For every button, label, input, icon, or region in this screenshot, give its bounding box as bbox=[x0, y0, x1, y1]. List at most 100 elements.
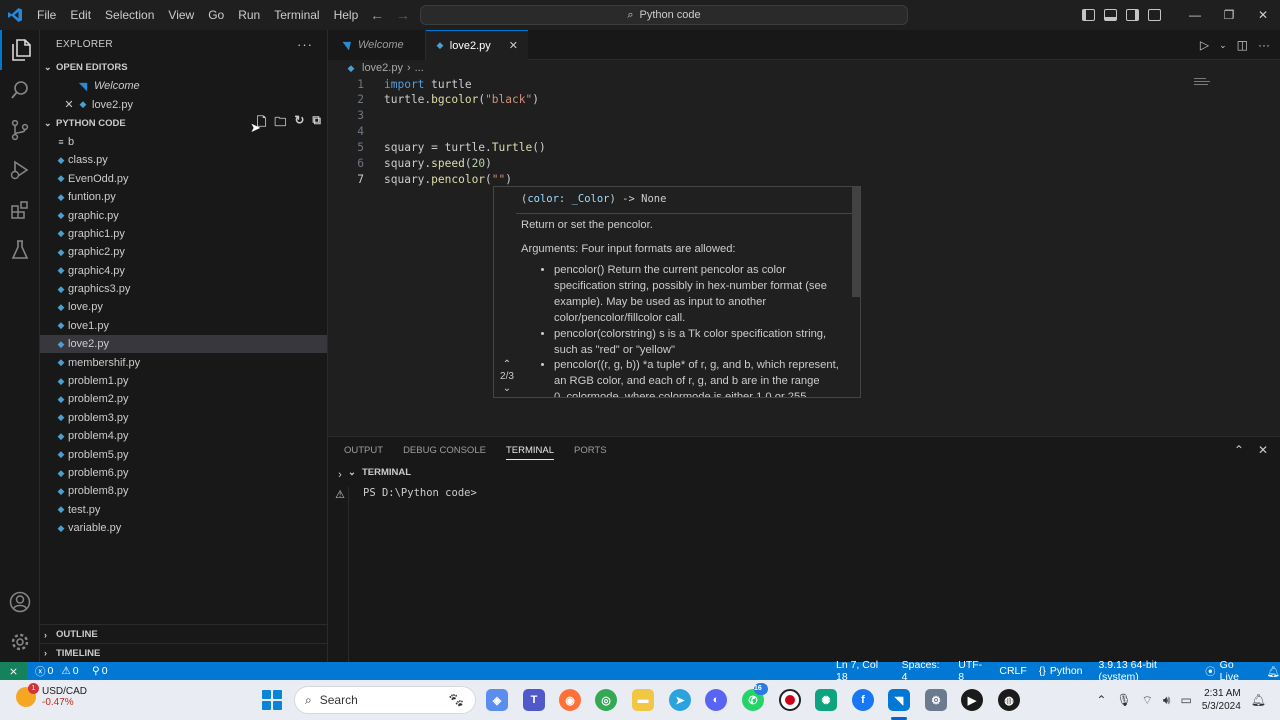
eol[interactable]: CRLF bbox=[999, 665, 1026, 677]
tab-love2[interactable]: ◆ love2.py ✕ bbox=[426, 30, 528, 60]
minimap[interactable] bbox=[1194, 76, 1210, 88]
file-tree-item[interactable]: ◆ problem3.py bbox=[40, 409, 327, 427]
file-tree-item[interactable]: ◆ graphic.py bbox=[40, 206, 327, 224]
account-icon[interactable] bbox=[0, 582, 40, 622]
file-tree-item[interactable]: ◆ membershif.py bbox=[40, 353, 327, 371]
file-tree-item[interactable]: ◆ problem4.py bbox=[40, 427, 327, 445]
search-icon[interactable] bbox=[0, 70, 40, 110]
chevron-up-icon[interactable]: ⌃ bbox=[1096, 693, 1106, 707]
file-tree-item[interactable]: ◆ funtion.py bbox=[40, 188, 327, 206]
obs-icon[interactable]: ◍ bbox=[998, 689, 1020, 711]
outline-section[interactable]: › OUTLINE bbox=[40, 625, 328, 644]
copilot-icon[interactable]: ◈ bbox=[486, 689, 508, 711]
battery-icon[interactable]: ▭ bbox=[1180, 693, 1191, 707]
menu-item-terminal[interactable]: Terminal bbox=[267, 0, 326, 30]
file-tree-item[interactable]: ◆ class.py bbox=[40, 151, 327, 169]
file-explorer-icon[interactable]: ▬ bbox=[632, 689, 654, 711]
media-player-icon[interactable]: ▶ bbox=[961, 689, 983, 711]
clock[interactable]: 2:31 AM 5/3/2024 bbox=[1202, 687, 1241, 713]
maximize-panel-icon[interactable]: ⌃ bbox=[1234, 443, 1244, 457]
file-tree-item[interactable]: ◆ EvenOdd.py bbox=[40, 170, 327, 188]
file-tree-item[interactable]: ◆ problem8.py bbox=[40, 482, 327, 500]
wifi-icon[interactable]: ⌔ bbox=[1142, 693, 1153, 708]
settings-icon[interactable]: ⚙ bbox=[925, 689, 947, 711]
command-center[interactable]: ⌕ Python code bbox=[420, 5, 908, 25]
file-tree-item[interactable]: ◆ love.py bbox=[40, 298, 327, 316]
file-tree-item[interactable]: ◆ graphics3.py bbox=[40, 280, 327, 298]
code-line[interactable]: 1 import turtle bbox=[328, 76, 1228, 92]
testing-icon[interactable] bbox=[0, 230, 40, 270]
python-code-section[interactable]: ⌄ PYTHON CODE 🗋 🗀 ↻ ⧉ bbox=[40, 113, 327, 134]
record-icon[interactable] bbox=[779, 689, 801, 711]
windows-start-icon[interactable] bbox=[262, 690, 282, 710]
close-icon[interactable]: ✕ bbox=[62, 98, 76, 111]
tab-debug-console[interactable]: DEBUG CONSOLE bbox=[403, 445, 486, 456]
chevron-right-icon[interactable]: › bbox=[332, 465, 348, 485]
file-tree-item[interactable]: ◆ graphic4.py bbox=[40, 262, 327, 280]
close-panel-icon[interactable]: ✕ bbox=[1258, 443, 1268, 457]
bell-icon[interactable]: 🔔︎ bbox=[1267, 665, 1280, 678]
tab-terminal[interactable]: TERMINAL bbox=[505, 445, 554, 460]
new-folder-icon[interactable]: 🗀 bbox=[274, 113, 286, 134]
file-tree-item[interactable]: ◆ variable.py bbox=[40, 519, 327, 537]
file-tree-item[interactable]: ◆ problem6.py bbox=[40, 464, 327, 482]
toggle-secondary-sidebar-icon[interactable] bbox=[1126, 9, 1139, 21]
terminal-prompt[interactable]: PS D:\Python code> bbox=[363, 487, 477, 499]
menu-item-view[interactable]: View bbox=[161, 0, 201, 30]
firefox-icon[interactable]: ◉ bbox=[559, 689, 581, 711]
remote-indicator-icon[interactable]: ⨯ bbox=[0, 662, 27, 680]
timeline-section[interactable]: › TIMELINE bbox=[40, 643, 328, 662]
tab-welcome[interactable]: ◥ Welcome bbox=[328, 30, 426, 60]
facebook-icon[interactable]: f bbox=[852, 689, 874, 711]
warning-icon[interactable]: ⚠ bbox=[332, 485, 348, 505]
whatsapp-icon[interactable]: ✆ 16 bbox=[742, 683, 768, 711]
volume-icon[interactable]: 🔊︎ bbox=[1163, 693, 1171, 708]
taskbar-search[interactable]: ⌕ Search 🐾︎ bbox=[294, 686, 476, 714]
discord-icon[interactable]: ◐ bbox=[705, 689, 727, 711]
problems-indicator[interactable]: ⓧ 0 ⚠ 0 bbox=[35, 662, 79, 680]
vscode-taskbar-icon[interactable]: ◥ bbox=[888, 689, 910, 711]
file-tree-item[interactable]: ◆ test.py bbox=[40, 501, 327, 519]
file-tree-item[interactable]: ◆ problem2.py bbox=[40, 390, 327, 408]
explorer-icon[interactable] bbox=[0, 30, 40, 70]
minimize-icon[interactable]: — bbox=[1178, 8, 1212, 22]
menu-item-edit[interactable]: Edit bbox=[63, 0, 98, 30]
menu-item-run[interactable]: Run bbox=[231, 0, 267, 30]
file-tree-item[interactable]: ◆ problem5.py bbox=[40, 445, 327, 463]
file-tree-item[interactable]: ≡ b bbox=[40, 133, 327, 151]
more-actions-icon[interactable]: ··· bbox=[1258, 38, 1270, 52]
menu-item-selection[interactable]: Selection bbox=[98, 0, 161, 30]
forward-arrow-icon[interactable]: → bbox=[396, 7, 410, 23]
gear-icon[interactable] bbox=[0, 622, 40, 662]
customize-layout-icon[interactable] bbox=[1148, 9, 1161, 21]
language-mode[interactable]: Python bbox=[1050, 665, 1083, 677]
back-arrow-icon[interactable]: ← bbox=[370, 7, 384, 23]
microphone-icon[interactable]: 🎙︎ bbox=[1116, 693, 1131, 707]
breadcrumb-rest[interactable]: ... bbox=[415, 62, 424, 74]
file-tree-item[interactable]: ◆ graphic2.py bbox=[40, 243, 327, 261]
ports-indicator[interactable]: ⚲ 0 bbox=[92, 662, 108, 680]
tab-ports[interactable]: PORTS bbox=[574, 445, 607, 456]
file-tree-item[interactable]: ◆ love1.py bbox=[40, 317, 327, 335]
chevron-down-icon[interactable]: ⌄ bbox=[1219, 40, 1227, 51]
chevron-down-icon[interactable]: ⌄ bbox=[496, 383, 518, 395]
chevron-up-icon[interactable]: ⌃ bbox=[496, 359, 518, 371]
telegram-icon[interactable]: ➤ bbox=[669, 689, 691, 711]
split-editor-icon[interactable]: ◫ bbox=[1237, 38, 1248, 52]
open-editor-love2[interactable]: ✕ ◆ love2.py bbox=[40, 95, 327, 113]
open-editor-welcome[interactable]: ◥ Welcome bbox=[40, 77, 327, 95]
collapse-all-icon[interactable]: ⧉ bbox=[312, 113, 321, 134]
widgets-button[interactable]: 1 USD/CAD -0.47% bbox=[16, 683, 87, 708]
open-editors-section[interactable]: ⌄ OPEN EDITORS bbox=[40, 58, 327, 77]
run-debug-icon[interactable] bbox=[0, 150, 40, 190]
code-line[interactable]: 7 squary.pencolor("") bbox=[328, 171, 1228, 187]
refresh-icon[interactable]: ↻ bbox=[294, 113, 304, 134]
code-line[interactable]: 5 squary = turtle.Turtle() bbox=[328, 140, 1228, 156]
tab-output[interactable]: OUTPUT bbox=[344, 445, 383, 456]
code-line[interactable]: 4 bbox=[328, 124, 1228, 140]
close-window-icon[interactable]: ✕ bbox=[1246, 8, 1280, 22]
menu-item-go[interactable]: Go bbox=[201, 0, 231, 30]
source-control-icon[interactable] bbox=[0, 110, 40, 150]
file-tree-item[interactable]: ◆ graphic1.py bbox=[40, 225, 327, 243]
notifications-icon[interactable]: 🔔︎ bbox=[1251, 693, 1266, 707]
